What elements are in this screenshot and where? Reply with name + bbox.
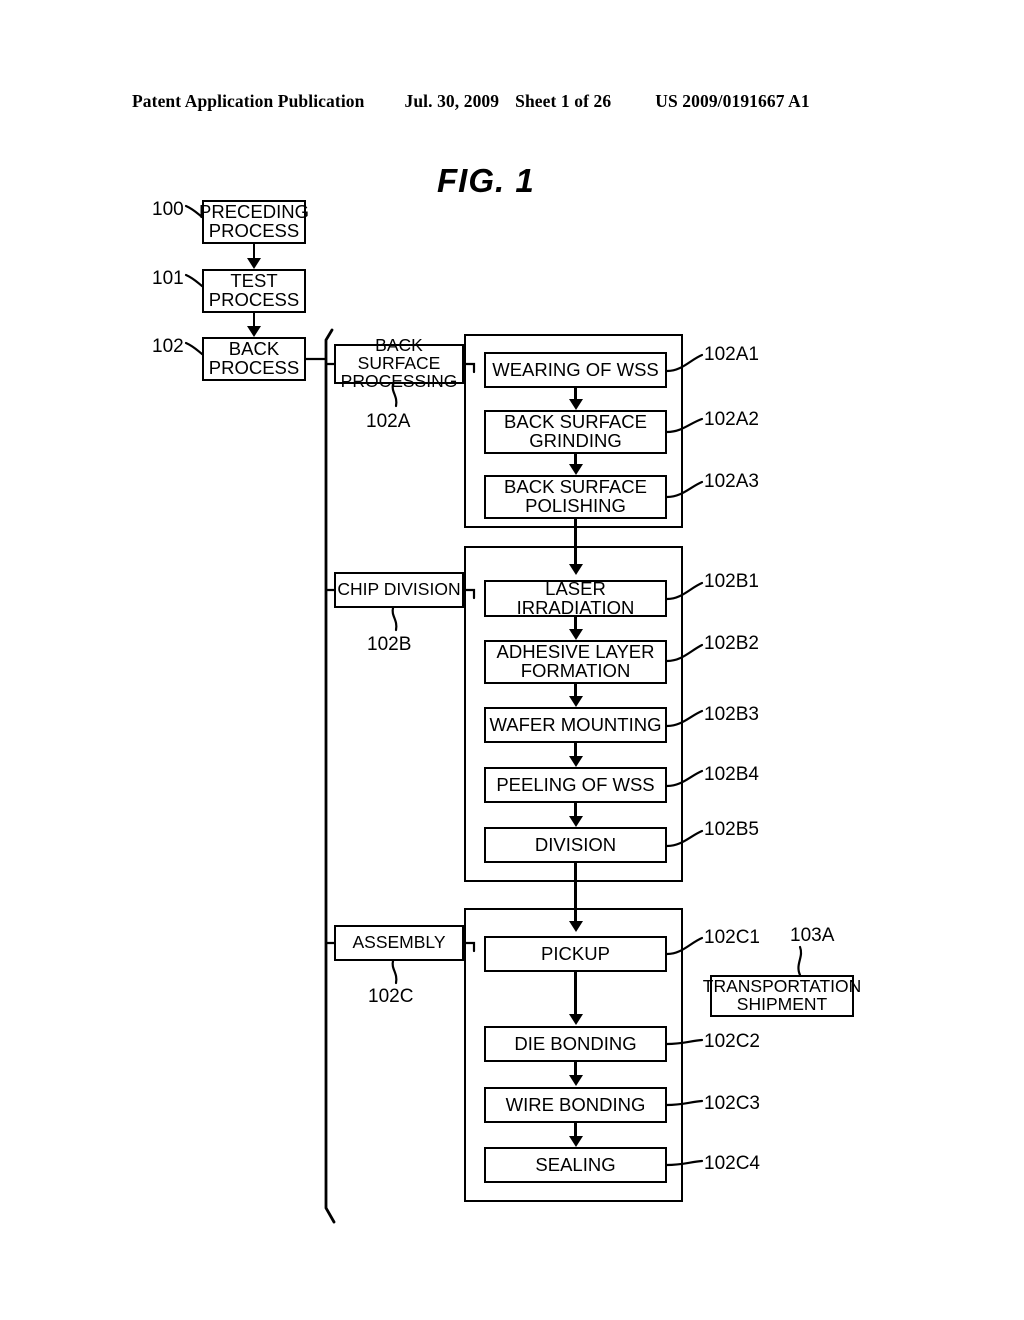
header-publication: Patent Application Publication [132,90,365,111]
ref-102C2: 102C2 [704,1031,760,1052]
connector-102A1-102A2 [574,388,577,399]
process-box-test: TEST PROCESS [202,269,306,313]
leader-103A [797,945,803,977]
arrowhead-test-to-back [247,326,261,337]
arrowhead-102C3-102C4 [568,1136,583,1147]
step-box-sealing: SEALING [484,1147,667,1183]
102C2-line1: DIE BONDING [514,1032,637,1054]
arrowhead-102A1-102A2 [568,399,583,410]
arrowhead-102A2-102A3 [568,464,583,475]
arrowhead-102B1-102B2 [568,629,583,640]
connector-group-b-to-c [574,863,577,921]
test-line2: PROCESS [208,289,300,310]
header-sheet: Sheet 1 of 26 [515,90,612,111]
ref-103A: 103A [790,925,835,946]
leader-101 [184,273,204,288]
figure-title: FIG. 1 [437,162,535,199]
step-box-peeling-of-wss: PEELING OF WSS [484,767,667,803]
group-c-name-line1: ASSEMBLY [352,932,446,953]
102B1-line1: LASER IRRADIATION [516,577,635,618]
group-label-box-back-surface-processing: BACK SURFACE PROCESSING [334,336,464,390]
102C3-line1: WIRE BONDING [505,1093,646,1115]
step-box-back-surface-polishing: BACK SURFACE POLISHING [484,475,667,519]
ref-102A3: 102A3 [704,471,759,492]
leader-102B [391,606,398,632]
ref-102: 102 [152,336,184,357]
connector-preceding-to-test [252,244,256,258]
arrowhead-102C1-102C2 [568,1014,583,1025]
side-box-line2: SHIPMENT [736,994,828,1014]
ref-102B: 102B [367,634,412,655]
connector-102C3-102C4 [574,1123,577,1136]
connector-102B3-102B4 [574,743,577,756]
group-a-name-line2: PROCESSING [340,370,458,391]
step-box-back-surface-grinding: BACK SURFACE GRINDING [484,410,667,454]
connector-group-a-to-b [574,519,577,564]
102A2-line2: GRINDING [529,430,622,451]
process-box-back: BACK PROCESS [202,337,306,381]
group-label-box-assembly: ASSEMBLY [334,925,464,961]
ref-102C1: 102C1 [704,927,760,948]
arrowhead-preceding-to-test [247,258,261,269]
102B3-line1: WAFER MOUNTING [489,713,662,735]
ref-102A: 102A [366,411,411,432]
step-box-wafer-mounting: WAFER MOUNTING [484,707,667,743]
102B5-line1: DIVISION [534,833,617,855]
group-a-name-line1: BACK SURFACE [357,335,441,374]
102B4-line1: PEELING OF WSS [496,773,655,795]
connector-102C1-102C2 [574,972,577,1014]
arrowhead-102C2-102C3 [568,1075,583,1086]
102A3-line2: POLISHING [525,495,626,516]
process-box-preceding: PRECEDING PROCESS [199,200,309,244]
ref-102A1: 102A1 [704,344,759,365]
group-b-name-line1: CHIP DIVISION [337,579,461,600]
connector-102B1-102B2 [574,617,577,629]
102B2-line2: FORMATION [520,660,631,681]
preceding-line2: PROCESS [208,220,300,241]
connector-102C2-102C3 [574,1062,577,1075]
side-box-transportation-shipment: TRANSPORTATION SHIPMENT [703,975,861,1017]
ref-102B2: 102B2 [704,633,759,654]
ref-102C4: 102C4 [704,1153,760,1174]
ref-102A2: 102A2 [704,409,759,430]
ref-100: 100 [152,199,184,220]
group-bracket [324,328,336,1224]
step-box-wearing-of-wss: WEARING OF WSS [484,352,667,388]
header-patent-number: US 2009/0191667 A1 [655,90,810,111]
page-header: Patent Application Publication Jul. 30, … [0,88,1024,114]
connector-102A2-102A3 [574,454,577,464]
ref-102C3: 102C3 [704,1093,760,1114]
back-line2: PROCESS [208,357,300,378]
leader-102 [184,341,204,356]
arrowhead-group-a-to-b [568,564,583,575]
ref-101: 101 [152,268,184,289]
connector-102B2-102B3 [574,684,577,696]
102C4-line1: SEALING [535,1153,616,1175]
arrowhead-102B2-102B3 [568,696,583,707]
arrowhead-group-b-to-c [568,921,583,932]
step-box-pickup: PICKUP [484,936,667,972]
ref-102B3: 102B3 [704,704,759,725]
step-box-die-bonding: DIE BONDING [484,1026,667,1062]
step-box-adhesive-layer-formation: ADHESIVE LAYER FORMATION [484,640,667,684]
step-box-wire-bonding: WIRE BONDING [484,1087,667,1123]
step-box-division: DIVISION [484,827,667,863]
step-box-laser-irradiation: LASER IRRADIATION [484,577,667,618]
102A1-line1: WEARING OF WSS [492,358,659,380]
connector-102B4-102B5 [574,803,577,816]
arrowhead-102B4-102B5 [568,816,583,827]
ref-102B1: 102B1 [704,571,759,592]
102C1-line1: PICKUP [541,942,610,964]
arrowhead-102B3-102B4 [568,756,583,767]
group-label-box-chip-division: CHIP DIVISION [334,572,464,608]
ref-102B4: 102B4 [704,764,759,785]
ref-102B5: 102B5 [704,819,759,840]
ref-102C: 102C [368,986,414,1007]
connector-test-to-back [252,313,256,326]
header-date: Jul. 30, 2009 [404,90,500,111]
leader-102C [391,959,398,985]
